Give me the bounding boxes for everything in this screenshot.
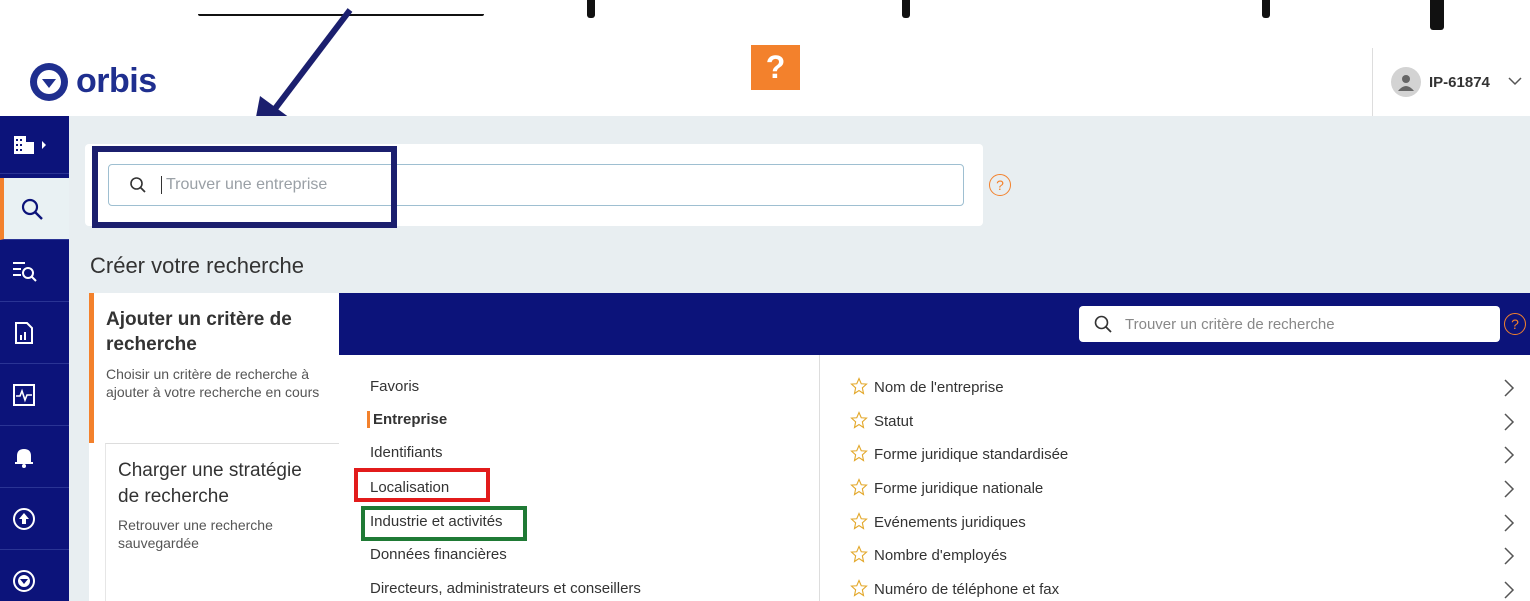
- report-icon: [15, 321, 33, 344]
- star-icon[interactable]: [850, 579, 868, 597]
- load-strategy-title: Charger une stratégie de recherche: [118, 460, 302, 507]
- criterion-row[interactable]: Numéro de téléphone et fax: [820, 574, 1530, 601]
- sidebar: [0, 116, 69, 601]
- search-icon: [1094, 315, 1112, 333]
- top-cropped-glyph: [902, 0, 910, 18]
- annotation-box-localisation: [354, 468, 490, 502]
- criterion-label: Forme juridique standardisée: [874, 445, 1069, 463]
- annotation-box-industrie: [361, 506, 527, 541]
- companies-icon: [14, 135, 46, 154]
- add-criterion-desc: Choisir un critère de recherche à ajoute…: [106, 366, 320, 400]
- criterion-row[interactable]: Evénements juridiques: [820, 507, 1530, 537]
- avatar-icon: [1391, 67, 1421, 97]
- upload-icon: [13, 507, 35, 530]
- criterion-label: Nom de l'entreprise: [874, 378, 1004, 396]
- top-bar: orbis ? IP-61874: [0, 0, 1530, 116]
- chevron-down-icon: [1508, 73, 1522, 91]
- star-icon[interactable]: [850, 478, 868, 496]
- section-title: Créer votre recherche: [90, 253, 304, 278]
- add-criterion-title: Ajouter un critère de recherche: [106, 309, 292, 355]
- search-options-panel: Ajouter un critère de recherche Choisir …: [89, 293, 339, 601]
- help-button[interactable]: ?: [751, 45, 800, 90]
- category-entreprise[interactable]: Entreprise: [367, 411, 447, 428]
- add-criterion-option[interactable]: Ajouter un critère de recherche Choisir …: [89, 293, 339, 443]
- load-strategy-desc: Retrouver une recherche sauvegardée: [118, 517, 273, 551]
- star-icon[interactable]: [850, 411, 868, 429]
- criterion-row[interactable]: Nom de l'entreprise: [820, 372, 1530, 402]
- criterion-label: Evénements juridiques: [874, 513, 1026, 531]
- category-identifiants[interactable]: Identifiants: [370, 444, 443, 461]
- sidebar-item-monitoring[interactable]: [0, 364, 69, 426]
- criteria-search-input[interactable]: [1125, 315, 1485, 333]
- user-menu[interactable]: IP-61874: [1372, 48, 1522, 116]
- top-cropped-glyph: [587, 0, 595, 18]
- criteria-search-field[interactable]: [1079, 306, 1500, 342]
- chevron-right-icon: [1504, 514, 1515, 532]
- orbis-logo-icon: [30, 62, 68, 101]
- sidebar-item-upload[interactable]: [0, 488, 69, 550]
- sidebar-item-orbis[interactable]: [0, 550, 69, 601]
- chevron-right-icon: [1504, 446, 1515, 464]
- category-donnees-financieres[interactable]: Données financières: [370, 546, 507, 563]
- chevron-right-icon: [1504, 379, 1515, 397]
- logo-text: orbis: [76, 62, 157, 100]
- orbis-icon: [13, 569, 35, 592]
- criterion-row[interactable]: Forme juridique nationale: [820, 473, 1530, 503]
- criterion-label: Statut: [874, 412, 914, 430]
- star-icon[interactable]: [850, 545, 868, 563]
- sidebar-item-list-search[interactable]: [0, 240, 69, 302]
- sidebar-item-search[interactable]: [0, 178, 69, 240]
- star-icon[interactable]: [850, 444, 868, 462]
- user-name: IP-61874: [1429, 73, 1490, 91]
- monitor-icon: [13, 383, 35, 406]
- sidebar-item-alerts[interactable]: [0, 426, 69, 488]
- sidebar-item-companies[interactable]: [0, 116, 69, 174]
- criteria-list: Nom de l'entreprise Statut Forme juridiq…: [819, 355, 1530, 601]
- criterion-label: Nombre d'employés: [874, 546, 1007, 564]
- help-circle-icon[interactable]: ?: [1504, 313, 1526, 335]
- star-icon[interactable]: [850, 512, 868, 530]
- chevron-right-icon: [1504, 480, 1515, 498]
- chevron-right-icon: [1504, 581, 1515, 599]
- criterion-row[interactable]: Forme juridique standardisée: [820, 439, 1530, 469]
- orbis-logo[interactable]: orbis: [30, 62, 157, 101]
- star-icon[interactable]: [850, 377, 868, 395]
- category-directeurs[interactable]: Directeurs, administrateurs et conseille…: [370, 580, 641, 597]
- sidebar-item-reports[interactable]: [0, 302, 69, 364]
- load-strategy-option[interactable]: Charger une stratégie de recherche Retro…: [105, 443, 339, 601]
- category-favoris[interactable]: Favoris: [370, 378, 419, 395]
- criterion-label: Numéro de téléphone et fax: [874, 580, 1060, 598]
- top-cropped-glyph: [1430, 0, 1444, 30]
- help-circle-icon[interactable]: ?: [989, 174, 1011, 196]
- annotation-box-search: [92, 146, 397, 228]
- bell-icon: [15, 448, 33, 468]
- search-icon: [21, 198, 43, 220]
- criterion-row[interactable]: Nombre d'employés: [820, 540, 1530, 570]
- criterion-label: Forme juridique nationale: [874, 479, 1044, 497]
- chevron-right-icon: [1504, 413, 1515, 431]
- list-search-icon: [13, 261, 37, 282]
- chevron-right-icon: [1504, 547, 1515, 565]
- criterion-row[interactable]: Statut: [820, 406, 1530, 436]
- top-cropped-glyph: [1262, 0, 1270, 18]
